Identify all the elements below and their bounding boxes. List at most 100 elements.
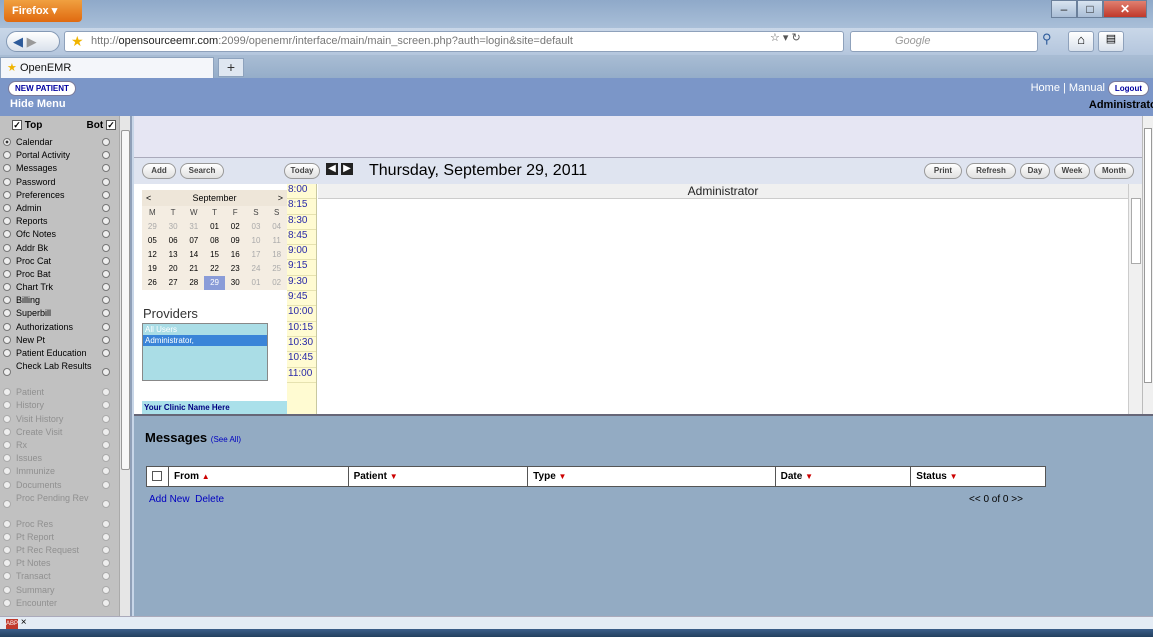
radio-icon[interactable]	[102, 480, 110, 489]
next-day-icon[interactable]: ▶	[341, 163, 353, 175]
day-cell[interactable]: 08	[204, 234, 225, 248]
frame-scroll-thumb[interactable]	[1144, 128, 1152, 383]
menu-item[interactable]: Proc Bat	[0, 268, 120, 281]
back-forward-buttons[interactable]: ◀ ▶	[6, 31, 60, 52]
day-cell[interactable]: 18	[266, 248, 287, 262]
radio-icon[interactable]	[3, 217, 11, 226]
radio-icon[interactable]	[102, 519, 110, 528]
day-cell[interactable]: 17	[246, 248, 267, 262]
radio-icon[interactable]	[102, 467, 110, 476]
day-cell[interactable]: 20	[163, 262, 184, 276]
day-cell[interactable]: 10	[246, 234, 267, 248]
radio-icon[interactable]	[3, 401, 11, 410]
firefox-menu-button[interactable]: Firefox ▾	[4, 0, 82, 22]
menu-item[interactable]: Billing	[0, 294, 120, 307]
radio-icon[interactable]	[3, 322, 11, 331]
column-date[interactable]: Date ▼	[776, 467, 912, 486]
day-cell[interactable]: 30	[225, 276, 246, 290]
adblock-icon[interactable]: ABP	[6, 619, 18, 629]
sort-desc-icon[interactable]: ▼	[390, 472, 398, 481]
radio-icon[interactable]	[3, 388, 11, 397]
day-cell[interactable]: 22	[204, 262, 225, 276]
providers-list[interactable]: All Users Administrator,	[142, 323, 268, 381]
radio-icon[interactable]	[102, 585, 110, 594]
calendar-scroll-thumb[interactable]	[1131, 198, 1141, 264]
menu-item[interactable]: Password	[0, 176, 120, 189]
day-cell[interactable]: 27	[163, 276, 184, 290]
day-cell[interactable]: 15	[204, 248, 225, 262]
menu-item[interactable]: Patient Education	[0, 347, 120, 360]
radio-icon[interactable]	[3, 177, 11, 186]
see-all-link[interactable]: (See All)	[211, 435, 241, 444]
day-cell[interactable]: 04	[266, 220, 287, 234]
day-cell[interactable]: 26	[142, 276, 163, 290]
day-cell[interactable]: 07	[183, 234, 204, 248]
radio-icon[interactable]	[3, 309, 11, 318]
day-cell[interactable]: 31	[183, 220, 204, 234]
radio-icon[interactable]	[102, 309, 110, 318]
menu-item[interactable]: Portal Activity	[0, 149, 120, 162]
day-cell[interactable]: 30	[163, 220, 184, 234]
day-cell[interactable]: 14	[183, 248, 204, 262]
home-icon[interactable]: ⌂	[1068, 31, 1094, 52]
refresh-button[interactable]: Refresh	[966, 163, 1016, 179]
radio-icon[interactable]	[3, 519, 11, 528]
messages-pager[interactable]: << 0 of 0 >>	[969, 494, 1023, 505]
time-slot[interactable]: 11:00	[287, 368, 316, 383]
add-new-link[interactable]: Add New	[149, 494, 190, 505]
menu-item[interactable]: Chart Trk	[0, 281, 120, 294]
radio-icon[interactable]	[102, 164, 110, 173]
radio-icon[interactable]	[102, 203, 110, 212]
radio-icon[interactable]	[3, 190, 11, 199]
url-bar[interactable]: ★ http://opensourceemr.com:2099/openemr/…	[64, 31, 844, 52]
menu-item[interactable]: Check Lab Results	[0, 360, 120, 386]
add-appointment-button[interactable]: Add	[142, 163, 176, 179]
menu-scrollbar[interactable]	[119, 116, 130, 616]
radio-icon[interactable]	[3, 480, 11, 489]
menu-item[interactable]: Addr Bk	[0, 242, 120, 255]
radio-icon[interactable]	[102, 427, 110, 436]
radio-icon[interactable]	[102, 322, 110, 331]
day-cell[interactable]: 13	[163, 248, 184, 262]
time-slot[interactable]: 9:15	[287, 260, 316, 276]
new-patient-button[interactable]: NEW PATIENT	[8, 81, 76, 96]
radio-icon[interactable]	[3, 532, 11, 541]
radio-icon[interactable]	[102, 546, 110, 555]
radio-icon[interactable]	[102, 598, 110, 607]
forward-arrow-icon[interactable]: ▶	[27, 34, 37, 49]
radio-icon[interactable]	[102, 335, 110, 344]
search-input[interactable]: Google	[850, 31, 1038, 52]
radio-icon[interactable]	[102, 256, 110, 265]
minimize-icon[interactable]: –	[1051, 0, 1077, 18]
sort-asc-icon[interactable]: ▲	[202, 472, 210, 481]
radio-icon[interactable]	[102, 499, 110, 508]
radio-icon[interactable]	[102, 440, 110, 449]
time-slot[interactable]: 8:00	[287, 184, 316, 200]
day-cell[interactable]: 06	[163, 234, 184, 248]
radio-icon[interactable]	[3, 559, 11, 568]
radio-icon[interactable]	[102, 401, 110, 410]
day-cell[interactable]: 29	[142, 220, 163, 234]
radio-icon[interactable]	[3, 368, 11, 377]
radio-icon[interactable]	[3, 296, 11, 305]
day-view-button[interactable]: Day	[1020, 163, 1050, 179]
radio-icon[interactable]	[3, 243, 11, 252]
day-cell[interactable]: 02	[225, 220, 246, 234]
day-cell[interactable]: 11	[266, 234, 287, 248]
menu-item[interactable]: Calendar	[0, 136, 120, 149]
close-icon[interactable]: ✕	[1103, 0, 1147, 18]
new-tab-button[interactable]: +	[218, 58, 244, 77]
week-view-button[interactable]: Week	[1054, 163, 1090, 179]
prev-day-icon[interactable]: ◀	[326, 163, 338, 175]
radio-icon[interactable]	[102, 283, 110, 292]
print-button[interactable]: Print	[924, 163, 962, 179]
provider-option[interactable]: Administrator,	[143, 335, 267, 346]
home-link[interactable]: Home	[1031, 82, 1060, 94]
menu-item[interactable]: Reports	[0, 215, 120, 228]
radio-icon[interactable]	[3, 349, 11, 357]
time-slot[interactable]: 9:00	[287, 245, 316, 261]
radio-icon[interactable]	[102, 559, 110, 568]
day-cell[interactable]: 09	[225, 234, 246, 248]
sort-desc-icon[interactable]: ▼	[559, 472, 567, 481]
radio-icon[interactable]	[3, 203, 11, 212]
